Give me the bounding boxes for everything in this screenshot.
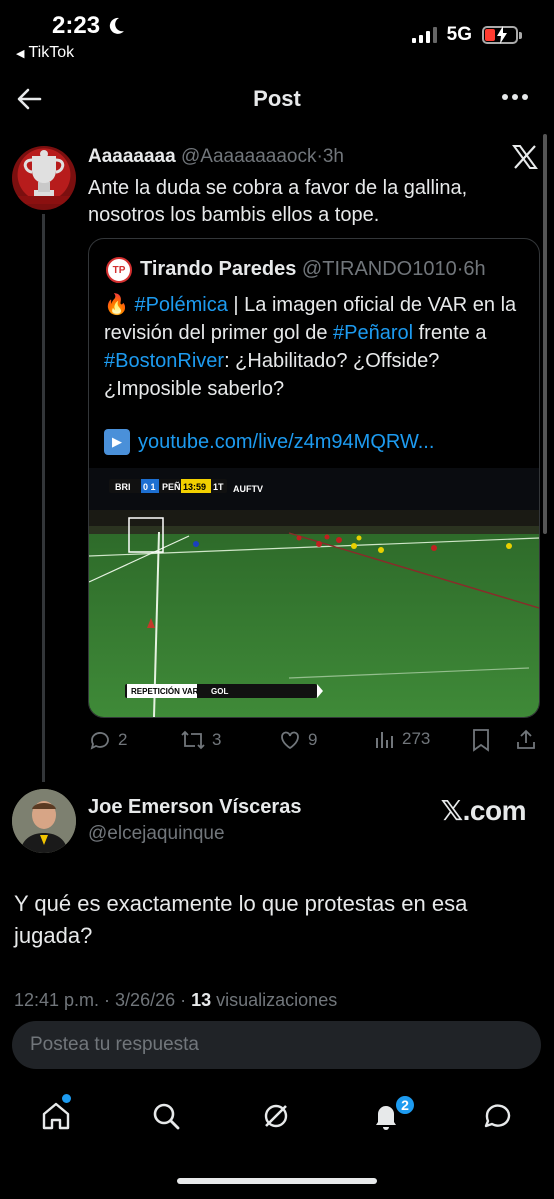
x-com-logo: 𝕏.com [440, 795, 527, 826]
score-away: PEÑ [162, 482, 181, 492]
tweet-metadata: 12:41 p.m. · 3/26/26 · 13 visualizacione… [14, 990, 337, 1011]
quote-time[interactable]: 6h [463, 258, 485, 280]
status-indicators: 5G [411, 24, 522, 46]
quote-avatar[interactable]: TP [106, 257, 132, 283]
views-count: 273 [402, 729, 431, 748]
play-button-icon: ▶ [104, 429, 130, 455]
scrollbar[interactable] [543, 134, 547, 534]
main-tweet-text: Y qué es exactamente lo que protestas en… [14, 891, 468, 948]
profile-photo [12, 789, 76, 853]
parent-time[interactable]: 3h [323, 146, 344, 167]
battery-icon [482, 26, 522, 44]
hashtag-bostonriver[interactable]: #BostonRiver [104, 350, 224, 372]
notification-badge: 2 [394, 1094, 416, 1116]
views-button[interactable]: 273 [374, 728, 430, 750]
avatar[interactable] [12, 789, 76, 853]
retweet-count: 3 [212, 730, 222, 749]
retweet-button[interactable]: 3 [180, 728, 221, 752]
fire-emoji: 🔥 [104, 294, 129, 316]
var-banner: REPETICIÓN VAR [131, 687, 199, 696]
quote-header[interactable]: Tirando Paredes @TIRANDO1010·6h [140, 258, 486, 281]
thread-connector-line [42, 214, 45, 782]
reply-button[interactable]: 2 [88, 728, 127, 752]
quote-handle[interactable]: @TIRANDO1010 [302, 258, 457, 280]
parent-tweet-header[interactable]: Aaaaaaaa @Aaaaaaaaock·3h [88, 146, 344, 168]
reply-count: 2 [118, 730, 128, 749]
page-title: Post [253, 86, 301, 111]
retweet-icon [181, 730, 205, 750]
views-number: 13 [191, 990, 212, 1010]
moon-icon [109, 17, 125, 34]
home-icon[interactable] [40, 1100, 72, 1132]
hashtag-penarol[interactable]: #Peñarol [333, 322, 413, 344]
reply-input[interactable]: Postea tu respuesta [12, 1021, 541, 1069]
home-indicator[interactable] [177, 1178, 377, 1184]
back-triangle-icon: ◀ [16, 47, 25, 60]
main-display-name[interactable]: Joe Emerson Vísceras [88, 796, 301, 819]
views-label: visualizaciones [211, 990, 338, 1010]
reply-placeholder: Postea tu respuesta [30, 1034, 199, 1055]
main-handle[interactable]: @elcejaquinque [88, 823, 225, 845]
parent-display-name[interactable]: Aaaaaaaa [88, 146, 176, 167]
gol-banner: GOL [211, 687, 229, 696]
trophy-avatar-image [18, 150, 70, 204]
parent-handle[interactable]: @Aaaaaaaaock [181, 146, 317, 167]
share-icon[interactable] [514, 728, 538, 752]
timestamp[interactable]: 12:41 p.m. · 3/26/26 · [14, 990, 191, 1010]
status-time: 2:23 [52, 12, 126, 40]
quote-avatar-initials: TP [112, 264, 126, 276]
youtube-link[interactable]: ▶ youtube.com/live/z4m94MQRW... [104, 429, 434, 455]
back-app-label: TikTok [28, 44, 75, 61]
heart-icon [281, 731, 299, 750]
reply-icon [90, 732, 109, 750]
video-thumbnail[interactable]: BRI 0 1 PEÑ 13:59 1T AUFTV REPETICIÓN VA… [89, 468, 539, 717]
score-home: BRI [115, 482, 131, 492]
match-clock: 13:59 [183, 482, 207, 492]
match-half: 1T [213, 482, 224, 492]
views-chart-icon [376, 732, 393, 748]
charging-bolt-icon [497, 26, 507, 44]
like-count: 9 [308, 730, 318, 749]
like-button[interactable]: 9 [278, 728, 317, 752]
clock-label: 2:23 [52, 12, 101, 39]
bookmark-icon[interactable] [470, 728, 492, 752]
search-icon[interactable] [150, 1100, 182, 1132]
signal-icon [411, 27, 437, 43]
back-to-app-link[interactable]: ◀ TikTok [16, 44, 74, 62]
messages-icon[interactable] [482, 1100, 514, 1132]
parent-tweet-text: Ante la duda se cobra a favor de la gall… [88, 177, 468, 226]
score-value: 0 1 [143, 482, 156, 492]
quote-text-part: frente a [413, 322, 487, 344]
grok-icon[interactable] [260, 1100, 292, 1132]
tweet-action-bar: 2 3 9 273 [88, 728, 538, 754]
more-options-icon[interactable] [502, 94, 528, 100]
avatar[interactable] [12, 146, 76, 210]
network-label: 5G [446, 24, 472, 45]
bottom-navigation [0, 1088, 554, 1148]
soccer-field-image [89, 468, 539, 717]
link-text[interactable]: youtube.com/live/z4m94MQRW... [138, 431, 434, 454]
home-notification-dot [62, 1094, 71, 1103]
x-logo-icon [512, 145, 538, 169]
broadcaster-logo: AUFTV [233, 484, 263, 494]
quote-text: 🔥 #Polémica | La imagen oficial de VAR e… [104, 291, 534, 403]
quote-display-name[interactable]: Tirando Paredes [140, 258, 296, 280]
hashtag-polemica[interactable]: #Polémica [134, 294, 227, 316]
